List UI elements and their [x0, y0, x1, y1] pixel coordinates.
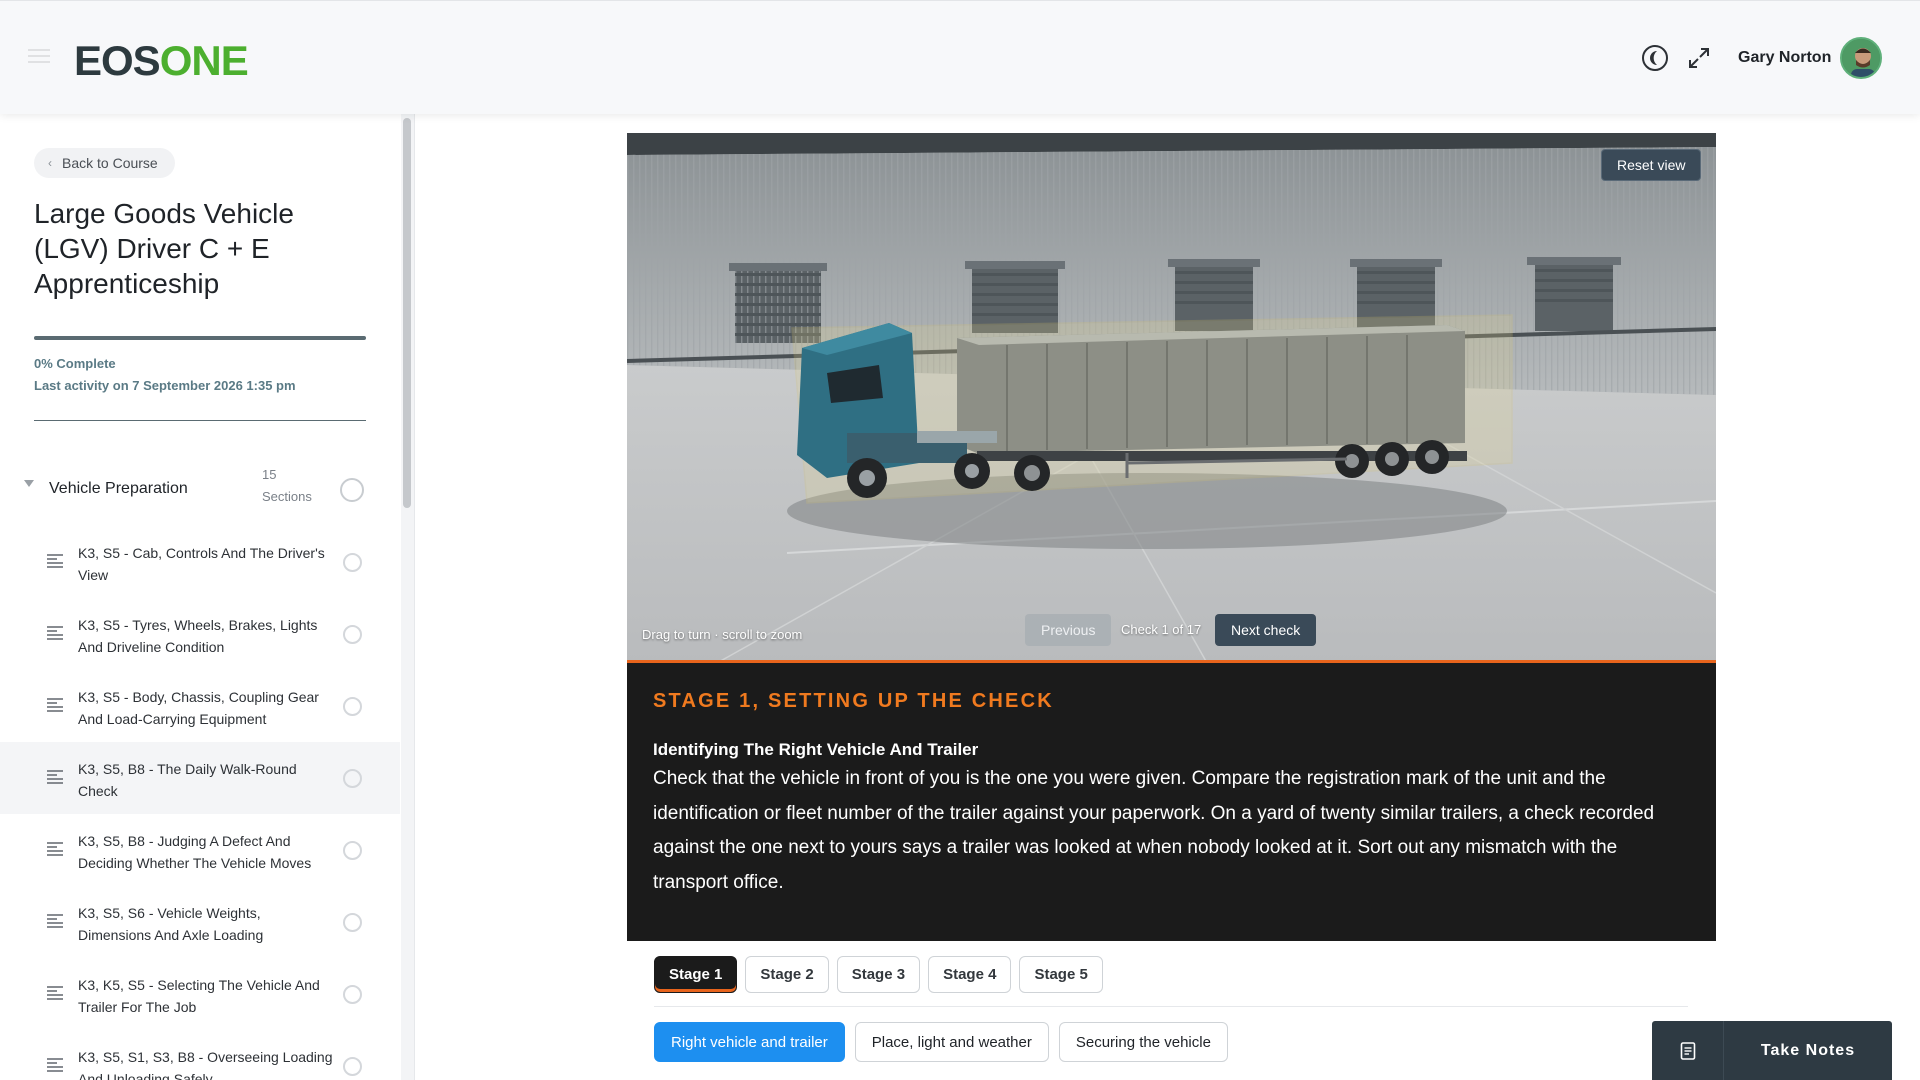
tab-stage-4[interactable]: Stage 4	[928, 956, 1012, 993]
tab-stage-3[interactable]: Stage 3	[836, 956, 921, 993]
menu-icon[interactable]	[28, 49, 50, 63]
course-sidebar: ‹ Back to Course Large Goods Vehicle (LG…	[0, 114, 415, 1080]
lesson-text-icon	[47, 914, 63, 928]
lesson-label: K3, S5, B8 - Judging A Defect And Decidi…	[78, 833, 312, 871]
theme-toggle-icon[interactable]	[1640, 43, 1670, 73]
lesson-status-circle	[343, 1057, 362, 1076]
tab-stage-2[interactable]: Stage 2	[745, 956, 829, 993]
lesson-status-circle	[343, 553, 362, 572]
lesson-status-circle	[343, 697, 362, 716]
lesson-text-icon	[47, 626, 63, 640]
lesson-item[interactable]: K3, K5, S5 - Selecting The Vehicle And T…	[0, 958, 400, 1030]
lesson-item[interactable]: K3, S5, B8 - Judging A Defect And Decidi…	[0, 814, 400, 886]
lesson-status-circle	[343, 625, 362, 644]
lesson-item[interactable]: K3, S5 - Tyres, Wheels, Brakes, Lights A…	[0, 598, 400, 670]
lesson-item[interactable]: K3, S5 - Body, Chassis, Coupling Gear An…	[0, 670, 400, 742]
section-label: Vehicle Preparation	[49, 480, 188, 497]
section-count: 15 Sections	[262, 464, 312, 508]
lesson-text-icon	[47, 554, 63, 568]
take-notes-button[interactable]: Take Notes	[1652, 1021, 1892, 1080]
check-chips: Right vehicle and trailer Place, light a…	[654, 1022, 1228, 1062]
lesson-label: K3, S5 - Cab, Controls And The Driver's …	[78, 545, 325, 583]
lesson-label: K3, K5, S5 - Selecting The Vehicle And T…	[78, 977, 320, 1015]
lesson-label: K3, S5 - Body, Chassis, Coupling Gear An…	[78, 689, 319, 727]
lesson-text-icon	[47, 770, 63, 784]
check-info-panel: STAGE 1, SETTING UP THE CHECK Identifyin…	[627, 660, 1716, 941]
lesson-status-circle	[343, 985, 362, 1004]
chevron-left-icon: ‹	[48, 156, 52, 170]
lesson-text-icon	[47, 986, 63, 1000]
next-check-button[interactable]: Next check	[1215, 614, 1317, 646]
back-to-course-label: Back to Course	[62, 155, 158, 171]
fullscreen-icon[interactable]	[1684, 43, 1714, 73]
check-title: Identifying The Right Vehicle And Traile…	[653, 740, 979, 759]
vehicle-yard-scene	[627, 133, 1716, 663]
stage-heading: STAGE 1, SETTING UP THE CHECK	[653, 690, 1054, 712]
section-count-unit: Sections	[262, 489, 312, 504]
chip-place-light-and-weather[interactable]: Place, light and weather	[854, 1022, 1049, 1062]
avatar[interactable]	[1840, 37, 1882, 79]
progress-text: 0% Complete	[34, 356, 116, 371]
course-title: Large Goods Vehicle (LGV) Driver C + E A…	[34, 198, 294, 299]
chip-securing-the-vehicle[interactable]: Securing the vehicle	[1058, 1022, 1228, 1062]
notes-icon	[1652, 1021, 1724, 1080]
lesson-status-circle	[343, 841, 362, 860]
lesson-item[interactable]: K3, S5, S6 - Vehicle Weights, Dimensions…	[0, 886, 400, 958]
top-header: EOSONE Gary Norton	[0, 0, 1920, 114]
sidebar-scroll-thumb[interactable]	[403, 118, 411, 508]
user-name[interactable]: Gary Norton	[1738, 49, 1831, 67]
section-count-number: 15	[262, 467, 277, 482]
course-progress-bar	[34, 336, 366, 340]
check-body: Check that the vehicle in front of you i…	[653, 768, 1655, 893]
lesson-status-circle	[343, 769, 362, 788]
tab-stage-5[interactable]: Stage 5	[1019, 956, 1103, 993]
lesson-label: K3, S5 - Tyres, Wheels, Brakes, Lights A…	[78, 617, 318, 655]
chip-right-vehicle-and-trailer[interactable]: Right vehicle and trailer	[654, 1022, 845, 1062]
logo: EOSONE	[74, 37, 249, 85]
previous-check-button[interactable]: Previous	[1025, 614, 1112, 646]
last-activity-text: Last activity on 7 September 2026 1:35 p…	[34, 378, 296, 393]
reset-view-button[interactable]: Reset view	[1601, 149, 1702, 181]
take-notes-label: Take Notes	[1760, 1041, 1856, 1059]
sidebar-divider	[34, 420, 366, 421]
section-status-circle	[340, 478, 364, 502]
tabs-divider	[654, 1006, 1688, 1007]
back-to-course-button[interactable]: ‹ Back to Course	[34, 148, 175, 178]
tab-stage-1[interactable]: Stage 1	[654, 956, 738, 993]
lesson-item[interactable]: K3, S5, B8 - The Daily Walk-Round Check	[0, 742, 400, 814]
lesson-status-circle	[343, 913, 362, 932]
check-counter: Check 1 of 17	[1121, 622, 1202, 637]
stage-tabs: Stage 1 Stage 2 Stage 3 Stage 4 Stage 5	[654, 956, 1103, 993]
lesson-label: K3, S5, S6 - Vehicle Weights, Dimensions…	[78, 905, 264, 943]
lesson-item[interactable]: K3, S5 - Cab, Controls And The Driver's …	[0, 526, 400, 598]
lesson-item[interactable]: K3, S5, S1, S3, B8 - Overseeing Loading …	[0, 1030, 400, 1080]
lesson-text-icon	[47, 698, 63, 712]
lesson-label: K3, S5, B8 - The Daily Walk-Round Check	[78, 761, 297, 799]
logo-text-one: ONE	[159, 37, 249, 84]
lesson-text-icon	[47, 1058, 63, 1072]
vehicle-3d-viewer[interactable]: Reset view Drag to turn · scroll to zoom…	[627, 133, 1716, 663]
caret-down-icon[interactable]	[24, 480, 34, 487]
section-vehicle-preparation[interactable]: Vehicle Preparation 15 Sections	[0, 454, 400, 526]
lesson-label: K3, S5, S1, S3, B8 - Overseeing Loading …	[78, 1049, 333, 1080]
logo-text-eos: EOS	[74, 37, 161, 84]
lesson-text-icon	[47, 842, 63, 856]
drag-hint: Drag to turn · scroll to zoom	[642, 627, 803, 642]
